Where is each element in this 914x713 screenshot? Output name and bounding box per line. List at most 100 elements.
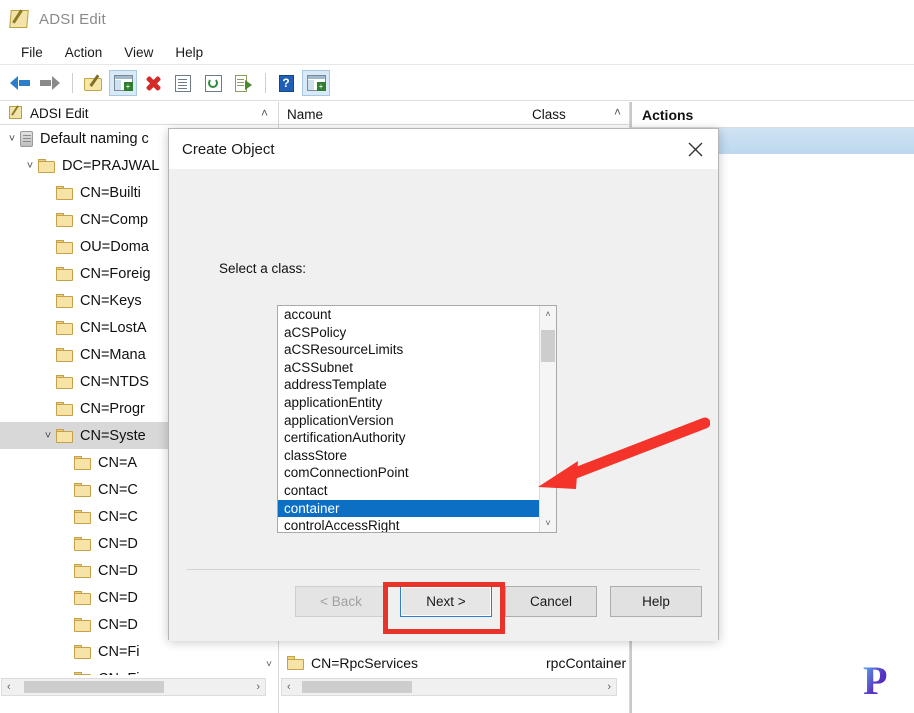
tree-node-label: CN=Mana bbox=[80, 346, 146, 363]
menu-help[interactable]: Help bbox=[164, 43, 214, 62]
adsi-edit-window: ADSI Edit File Action View Help + ? + AD… bbox=[0, 0, 914, 713]
listbox-scroll-down-icon[interactable]: ˅ bbox=[540, 515, 556, 532]
class-list-item[interactable]: aCSResourceLimits bbox=[278, 341, 540, 359]
dialog-separator bbox=[187, 569, 700, 570]
list-scroll-left-icon[interactable]: ‹ bbox=[282, 681, 296, 693]
up-one-level-icon[interactable] bbox=[79, 70, 107, 96]
tree-node-label: CN=D bbox=[98, 535, 138, 552]
export-list-icon[interactable] bbox=[229, 70, 257, 96]
tree-node-label: DC=PRAJWAL bbox=[62, 157, 160, 174]
class-list-item[interactable]: classStore bbox=[278, 447, 540, 465]
chevron-down-icon[interactable]: ˅ bbox=[4, 133, 20, 145]
forward-icon[interactable] bbox=[36, 70, 64, 96]
listbox-scroll-up-icon[interactable]: ˄ bbox=[540, 306, 556, 323]
folder-icon bbox=[56, 212, 74, 227]
help-icon[interactable]: ? bbox=[272, 70, 300, 96]
adsi-edit-icon bbox=[8, 8, 30, 30]
folder-icon bbox=[74, 617, 92, 632]
folder-icon bbox=[74, 509, 92, 524]
folder-icon bbox=[74, 644, 92, 659]
listbox-scroll-thumb[interactable] bbox=[541, 330, 555, 362]
chevron-down-icon[interactable]: ˅ bbox=[22, 160, 38, 172]
delete-icon[interactable] bbox=[139, 70, 167, 96]
class-list-item[interactable]: container bbox=[278, 499, 540, 518]
list-chevron-up-icon[interactable]: ˄ bbox=[614, 105, 621, 119]
menu-file[interactable]: File bbox=[10, 43, 54, 62]
dialog-body: Select a class: account aCSPolicy aCSResou… bbox=[169, 169, 718, 641]
cancel-button[interactable]: Cancel bbox=[505, 586, 597, 617]
tree-node-label: CN=C bbox=[98, 481, 138, 498]
toolbar: + ? + bbox=[0, 66, 914, 101]
class-list-item[interactable]: certificationAuthority bbox=[278, 429, 540, 447]
folder-icon bbox=[56, 401, 74, 416]
tree-node-label: CN=Fi bbox=[98, 671, 140, 676]
folder-icon bbox=[74, 590, 92, 605]
tree-node-label: CN=NTDS bbox=[80, 373, 149, 390]
tree-node-label: CN=Foreig bbox=[80, 265, 151, 282]
column-header-class[interactable]: Class bbox=[524, 107, 610, 124]
list-scroll-thumb[interactable] bbox=[302, 681, 412, 693]
class-list-item[interactable]: controlAccessRight bbox=[278, 517, 540, 532]
folder-icon bbox=[74, 455, 92, 470]
show-hide-console-tree-icon[interactable]: + bbox=[109, 70, 137, 96]
list-column-headers: Name Class ˄ bbox=[279, 102, 629, 125]
tree-node-label: CN=A bbox=[98, 454, 138, 471]
class-list-item[interactable]: applicationEntity bbox=[278, 394, 540, 412]
server-icon bbox=[20, 130, 33, 147]
back-icon[interactable] bbox=[6, 70, 34, 96]
back-button[interactable]: < Back bbox=[295, 586, 387, 617]
tree-node[interactable]: CN=Fi bbox=[0, 638, 278, 665]
tree-horizontal-scrollbar[interactable]: ‹ › bbox=[1, 678, 266, 696]
next-button[interactable]: Next > bbox=[400, 586, 492, 617]
class-list-item[interactable]: addressTemplate bbox=[278, 376, 540, 394]
tree-node-label: Default naming c bbox=[40, 130, 149, 147]
class-list-item[interactable]: aCSPolicy bbox=[278, 324, 540, 342]
tree-node[interactable]: CN=Fi bbox=[0, 665, 278, 675]
tree-scroll-down-icon[interactable]: ˅ bbox=[262, 657, 276, 673]
window-title: ADSI Edit bbox=[39, 10, 106, 28]
tree-node-label: CN=D bbox=[98, 589, 138, 606]
chevron-up-icon[interactable]: ˄ bbox=[261, 106, 268, 120]
folder-icon bbox=[74, 536, 92, 551]
row-name: CN=RpcServices bbox=[311, 655, 418, 671]
class-listbox[interactable]: account aCSPolicy aCSResourceLimits aCSSubn… bbox=[277, 305, 557, 533]
class-list-item[interactable]: applicationVersion bbox=[278, 412, 540, 430]
tree-node-label: CN=C bbox=[98, 508, 138, 525]
list-horizontal-scrollbar[interactable]: ‹ › bbox=[281, 678, 617, 696]
toolbar-separator-2 bbox=[265, 73, 266, 93]
list-scroll-down-icon[interactable]: ˅ bbox=[611, 655, 625, 673]
refresh-icon[interactable] bbox=[199, 70, 227, 96]
help-button[interactable]: Help bbox=[610, 586, 702, 617]
class-list-items: account aCSPolicy aCSResourceLimits aCSSubn… bbox=[278, 306, 540, 532]
folder-icon bbox=[74, 563, 92, 578]
folder-icon bbox=[74, 482, 92, 497]
properties-icon[interactable] bbox=[169, 70, 197, 96]
tree-node-label: CN=D bbox=[98, 616, 138, 633]
tree-scroll-right-icon[interactable]: › bbox=[251, 681, 265, 693]
tree-scroll-thumb[interactable] bbox=[24, 681, 164, 693]
tree-node-label: CN=Fi bbox=[98, 643, 140, 660]
chevron-down-icon[interactable]: ˅ bbox=[40, 430, 56, 442]
folder-icon bbox=[56, 239, 74, 254]
folder-icon bbox=[38, 158, 56, 173]
folder-icon bbox=[56, 347, 74, 362]
close-icon[interactable] bbox=[672, 129, 718, 169]
list-scroll-right-icon[interactable]: › bbox=[602, 681, 616, 693]
folder-icon bbox=[56, 428, 74, 443]
class-list-item[interactable]: aCSSubnet bbox=[278, 359, 540, 377]
menu-bar: File Action View Help bbox=[0, 40, 914, 65]
table-row[interactable]: CN=RpcServices rpcContainer bbox=[279, 651, 629, 675]
tree-node-label: CN=D bbox=[98, 562, 138, 579]
show-hide-action-pane-icon[interactable]: + bbox=[302, 70, 330, 96]
listbox-scrollbar[interactable]: ˄ ˅ bbox=[539, 306, 556, 532]
menu-action[interactable]: Action bbox=[54, 43, 114, 62]
tree-root-header[interactable]: ADSI Edit ˄ bbox=[0, 102, 278, 125]
dialog-title: Create Object bbox=[182, 140, 275, 158]
folder-icon bbox=[287, 656, 305, 670]
tree-scroll-left-icon[interactable]: ‹ bbox=[2, 681, 16, 693]
class-list-item[interactable]: contact bbox=[278, 482, 540, 500]
class-list-item[interactable]: comConnectionPoint bbox=[278, 464, 540, 482]
column-header-name[interactable]: Name bbox=[279, 107, 524, 124]
class-list-item[interactable]: account bbox=[278, 306, 540, 324]
menu-view[interactable]: View bbox=[113, 43, 164, 62]
